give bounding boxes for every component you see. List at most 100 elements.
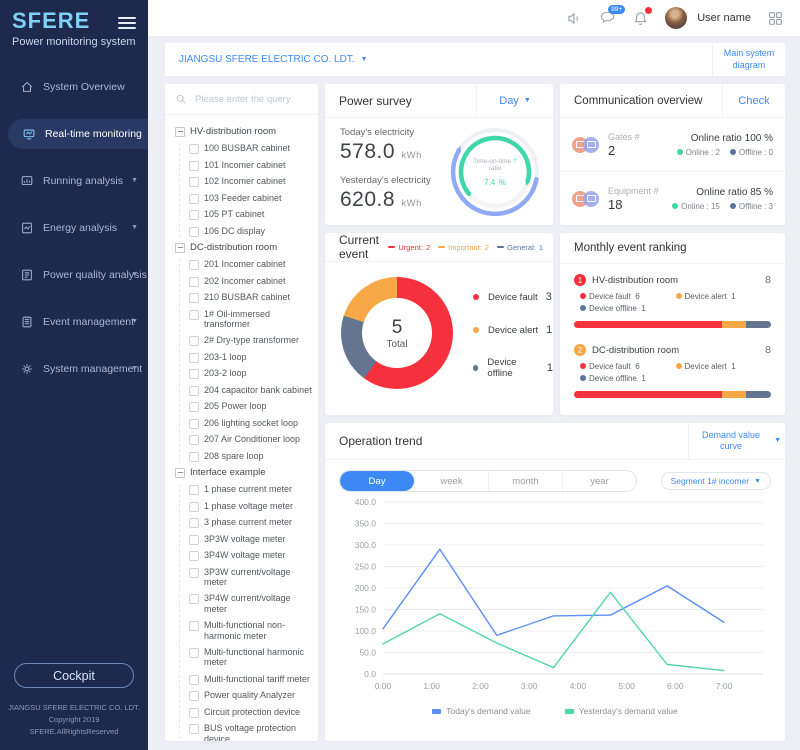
tree-item[interactable]: 204 capacitor bank cabinet [189,385,312,396]
menu-toggle-icon[interactable] [118,14,136,32]
tree-item[interactable]: 202 Incomer cabinet [189,276,312,287]
checkbox[interactable] [189,336,199,346]
checkbox[interactable] [189,277,199,287]
sidebar-item-system-management[interactable]: System management ▼ [0,354,148,384]
checkbox[interactable] [189,210,199,220]
tree-group[interactable]: HV-distribution room [175,126,312,137]
company-selector[interactable]: JIANGSU SFERE ELECTRIC CO. LDT. ▼ [165,43,712,76]
checkbox[interactable] [189,518,199,528]
checkbox[interactable] [189,621,199,631]
gates-count: 2 [608,143,677,158]
tree-item[interactable]: 102 Incomer cabinet [189,176,312,187]
checkbox[interactable] [189,435,199,445]
segment-selector[interactable]: Segment 1# incomer ▼ [661,472,771,490]
tree-item[interactable]: 106 DC display [189,226,312,237]
tree-item[interactable]: 208 spare loop [189,451,312,462]
messages-icon[interactable]: 99+ [599,10,616,27]
tree-item[interactable]: Multi-functional tariff meter [189,674,312,685]
checkbox[interactable] [189,594,199,604]
checkbox[interactable] [189,310,199,320]
checkbox[interactable] [189,386,199,396]
apps-grid-icon[interactable] [767,10,784,27]
collapse-icon[interactable] [175,468,185,478]
sidebar-item-event-management[interactable]: Event management ▼ [0,307,148,337]
curve-selector[interactable]: Demand value curve ▼ [688,423,785,459]
tree-item[interactable]: 201 Incomer cabinet [189,259,312,270]
tree-item[interactable]: 3P3W current/voltage meter [189,567,312,588]
sidebar-item-realtime-monitoring[interactable]: Real-time monitoring [8,119,148,149]
bell-icon[interactable] [632,10,649,27]
avatar[interactable] [665,7,687,29]
tree-item[interactable]: 203-2 loop [189,368,312,379]
checkbox[interactable] [189,369,199,379]
tree-item[interactable]: BUS voltage protection device [189,723,312,741]
checkbox[interactable] [189,144,199,154]
rank-2-badge: 2 [574,344,586,356]
network-icon [583,137,599,153]
checkbox[interactable] [189,353,199,363]
checkbox[interactable] [189,452,199,462]
tree-item[interactable]: Power quality Analyzer [189,690,312,701]
checkbox[interactable] [189,485,199,495]
sidebar-item-energy-analysis[interactable]: Energy analysis ▼ [0,213,148,243]
tree-item[interactable]: 105 PT cabinet [189,209,312,220]
tree-item[interactable]: 3 phase current meter [189,517,312,528]
tree-item[interactable]: 3P4W current/voltage meter [189,593,312,614]
checkbox[interactable] [189,648,199,658]
checkbox[interactable] [189,419,199,429]
cockpit-button[interactable]: Cockpit [14,663,134,688]
tree-item[interactable]: 206 lighting socket loop [189,418,312,429]
tree-group[interactable]: Interface example [175,467,312,478]
tree-item[interactable]: 207 Air Conditioner loop [189,434,312,445]
ratio-gauge: Time-on-time ↑ratio 7.4 % [443,120,547,224]
speaker-icon[interactable] [566,10,583,27]
checkbox[interactable] [189,724,199,734]
tree-group[interactable]: DC-distribution room [175,242,312,253]
checkbox[interactable] [189,675,199,685]
tab-week[interactable]: week [414,471,488,491]
tree-item[interactable]: 210 BUSBAR cabinet [189,292,312,303]
checkbox[interactable] [189,161,199,171]
chevron-down-icon: ▼ [131,177,138,184]
sidebar-item-power-quality-analysis[interactable]: Power quality analysis ▼ [0,260,148,290]
tree-item[interactable]: 101 Incomer cabinet [189,160,312,171]
checkbox[interactable] [189,691,199,701]
tab-year[interactable]: year [562,471,636,491]
tree-item[interactable]: 2# Dry-type transformer [189,335,312,346]
tree-item[interactable]: 3P3W voltage meter [189,534,312,545]
check-link[interactable]: Check [722,84,785,117]
tree-item[interactable]: Multi-functional harmonic meter [189,647,312,668]
checkbox[interactable] [189,568,199,578]
tree-item[interactable]: 3P4W voltage meter [189,550,312,561]
checkbox[interactable] [189,227,199,237]
sidebar-item-system-overview[interactable]: System Overview [0,72,148,102]
tab-month[interactable]: month [488,471,562,491]
checkbox[interactable] [189,502,199,512]
tree-item[interactable]: 1# Oil-immersed transformer [189,309,312,330]
checkbox[interactable] [189,177,199,187]
gauge-value: 7.4 % [484,173,506,188]
svg-text:100.0: 100.0 [355,626,377,636]
tree-item[interactable]: 100 BUSBAR cabinet [189,143,312,154]
checkbox[interactable] [189,293,199,303]
collapse-icon[interactable] [175,243,185,253]
checkbox[interactable] [189,551,199,561]
tree-item[interactable]: 103 Feeder cabinet [189,193,312,204]
tree-item[interactable]: 203-1 loop [189,352,312,363]
period-selector[interactable]: Day ▼ [476,84,553,117]
collapse-icon[interactable] [175,127,185,137]
checkbox[interactable] [189,194,199,204]
checkbox[interactable] [189,402,199,412]
tree-item[interactable]: 1 phase current meter [189,484,312,495]
sidebar-item-running-analysis[interactable]: Running analysis ▼ [0,166,148,196]
tree-item[interactable]: Multi-functional non-harmonic meter [189,620,312,641]
checkbox[interactable] [189,260,199,270]
tab-day[interactable]: Day [340,471,414,491]
main-system-diagram-link[interactable]: Main system diagram [712,43,785,76]
checkbox[interactable] [189,535,199,545]
checkbox[interactable] [189,708,199,718]
tree-item[interactable]: 205 Power loop [189,401,312,412]
tree-item[interactable]: 1 phase voltage meter [189,501,312,512]
tree-item[interactable]: Circuit protection device [189,707,312,718]
search-input[interactable] [193,93,308,106]
